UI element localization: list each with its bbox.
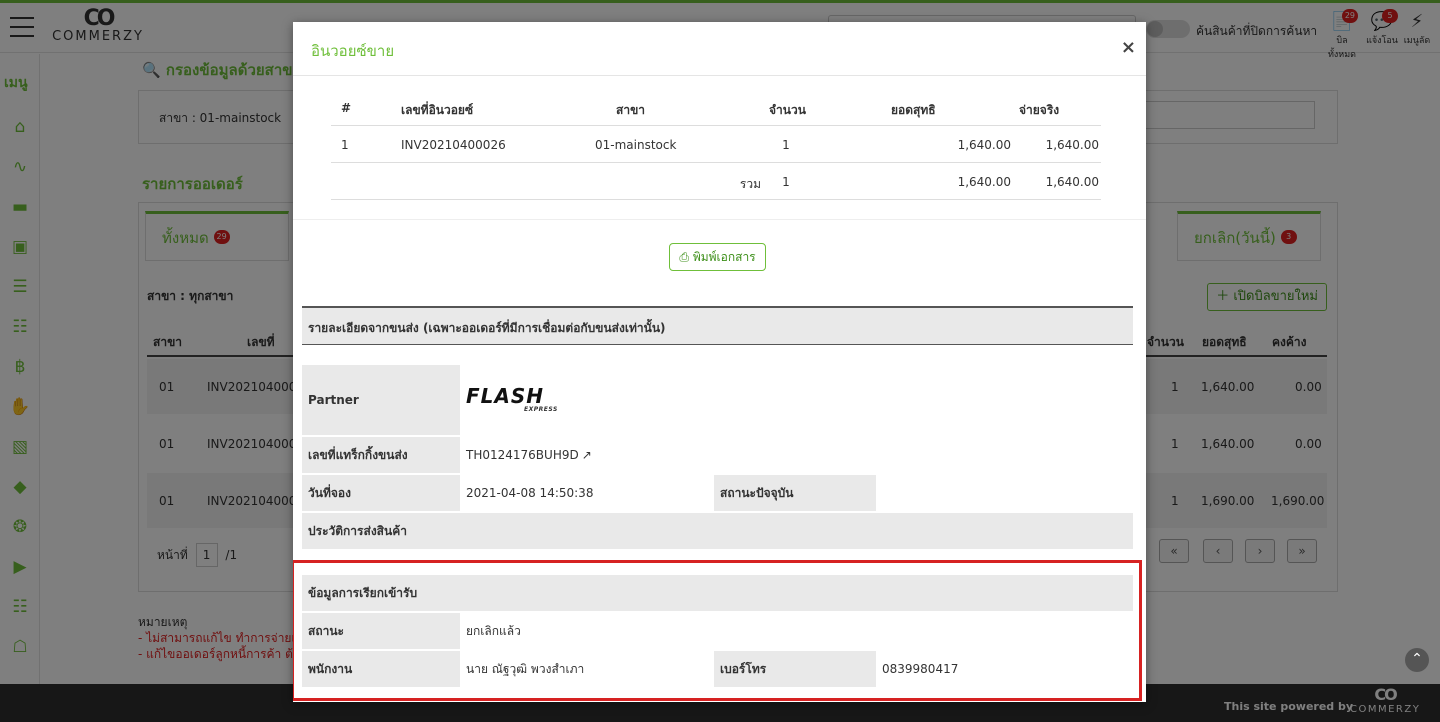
divider (293, 219, 1146, 220)
col-net: ยอดสุทธิ (891, 103, 936, 117)
shipping-details-heading: รายละเอียดจากขนส่ง (เฉพาะออเดอร์ที่มีการ… (302, 306, 1133, 345)
scroll-top-icon[interactable]: ⌃ (1405, 648, 1429, 672)
booked-date-label: วันที่จอง (302, 475, 460, 511)
shipping-history-label: ประวัติการส่งสินค้า (302, 513, 1133, 549)
table-row: 1 INV20210400026 01-mainstock 1 1,640.00… (331, 126, 1101, 163)
flash-express-logo: FLASH EXPRESS (466, 383, 558, 414)
modal-title: อินวอยซ์ขาย (311, 42, 395, 60)
col-paid: จ่ายจริง (1019, 103, 1060, 117)
row-qty: 1 (782, 138, 790, 152)
tracking-label: เลขที่แทร็กกิ้งขนส่ง (302, 437, 460, 473)
row-paid: 1,640.00 (1045, 138, 1099, 152)
row-invoice: INV20210400026 (401, 138, 506, 152)
total-label: รวม (739, 177, 761, 191)
current-status-label: สถานะปัจจุบัน (714, 475, 876, 511)
total-row: รวม 1 1,640.00 1,640.00 (331, 163, 1101, 200)
pickup-highlight-box (293, 560, 1142, 701)
total-qty: 1 (782, 175, 790, 189)
invoice-table-header: # เลขที่อินวอยซ์ สาขา จำนวน ยอดสุทธิ จ่า… (331, 89, 1101, 126)
total-paid: 1,640.00 (1045, 175, 1099, 189)
modal-body: # เลขที่อินวอยซ์ สาขา จำนวน ยอดสุทธิ จ่า… (293, 77, 1146, 702)
booked-date-value: 2021-04-08 14:50:38 (460, 475, 714, 511)
tracking-value: TH0124176BUH9D ↗ (460, 437, 1133, 473)
flash-logo-sub: EXPRESS (524, 405, 558, 413)
row-branch: 01-mainstock (595, 138, 677, 152)
modal-header: อินวอยซ์ขาย × (293, 22, 1146, 76)
print-document-button[interactable]: ⎙ พิมพ์เอกสาร (669, 243, 766, 271)
row-num: 1 (341, 138, 349, 152)
print-label: พิมพ์เอกสาร (692, 250, 756, 264)
col-branch: สาขา (616, 103, 646, 117)
printer-icon: ⎙ (679, 250, 689, 264)
close-icon[interactable]: × (1121, 37, 1136, 58)
col-invoice: เลขที่อินวอยซ์ (401, 103, 474, 117)
col-qty: จำนวน (769, 103, 806, 117)
invoice-modal: อินวอยซ์ขาย × # เลขที่อินวอยซ์ สาขา จำนว… (293, 22, 1146, 702)
invoice-table: # เลขที่อินวอยซ์ สาขา จำนวน ยอดสุทธิ จ่า… (331, 89, 1101, 200)
col-num: # (341, 101, 352, 115)
current-status-value (876, 475, 1133, 511)
partner-label: Partner (302, 365, 460, 435)
tracking-number: TH0124176BUH9D (466, 448, 579, 462)
partner-value: FLASH EXPRESS (460, 365, 1133, 435)
flash-logo-text: FLASH (466, 383, 545, 408)
external-link-icon[interactable]: ↗ (582, 448, 592, 462)
